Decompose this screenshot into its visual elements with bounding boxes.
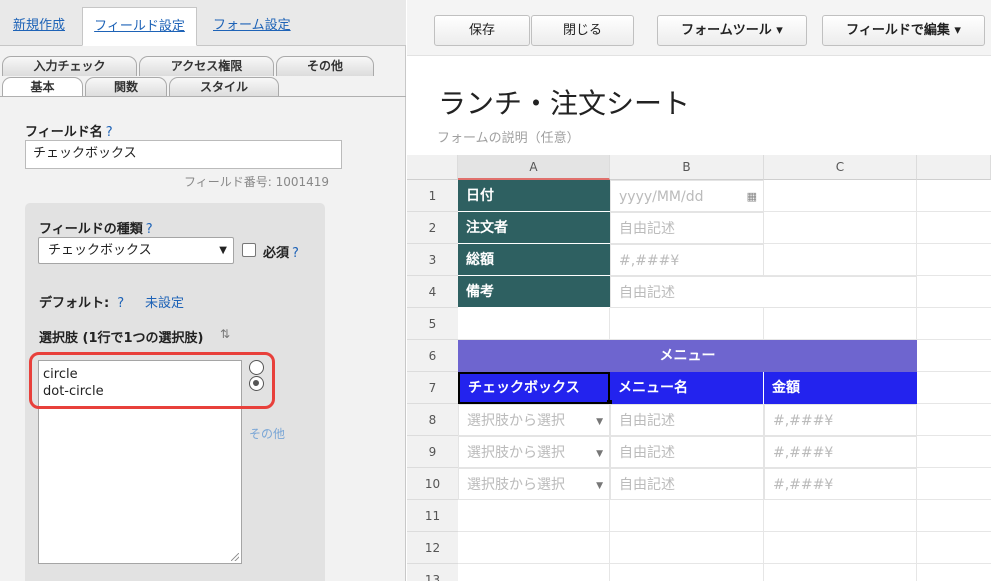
- top-tab-bar: 新規作成 フィールド設定 フォーム設定: [0, 0, 406, 46]
- column-header-b[interactable]: B: [610, 155, 764, 180]
- help-icon[interactable]: ?: [106, 125, 113, 140]
- tab-form-settings[interactable]: フォーム設定: [203, 7, 301, 46]
- field-settings-panel: 新規作成 フィールド設定 フォーム設定 入力チェック アクセス権限 その他 基本…: [0, 0, 406, 581]
- column-header-c[interactable]: C: [764, 155, 917, 180]
- price-input-cell[interactable]: #,###¥: [764, 436, 917, 468]
- close-button[interactable]: 閉じる: [531, 15, 634, 46]
- spreadsheet-grid: A B C 1 2 3 4 5 6 7 8 9 10 11 12 13 日付 y…: [407, 155, 991, 581]
- subtab-functions[interactable]: 関数: [85, 77, 167, 97]
- chevron-down-icon: ▼: [596, 417, 603, 427]
- choices-label: 選択肢 (1行で1つの選択肢): [39, 331, 204, 346]
- row-header[interactable]: 9: [407, 436, 458, 468]
- choice-select-cell[interactable]: 選択肢から選択 ▼: [458, 468, 610, 500]
- choice-placeholder: 選択肢から選択: [467, 477, 565, 493]
- column-header-d[interactable]: [917, 155, 991, 180]
- orderer-input-cell[interactable]: 自由記述: [610, 212, 764, 244]
- row-header[interactable]: 5: [407, 308, 458, 340]
- default-value-link[interactable]: 未設定: [145, 292, 184, 311]
- menu-header-cell[interactable]: メニュー: [458, 340, 917, 372]
- row-header[interactable]: 3: [407, 244, 458, 276]
- label-cell-orderer[interactable]: 注文者: [458, 212, 610, 244]
- subtab-other[interactable]: その他: [276, 56, 374, 76]
- menu-name-input-cell[interactable]: 自由記述: [610, 404, 764, 436]
- chevron-down-icon: ▼: [596, 449, 603, 459]
- field-name-label: フィールド名?: [25, 121, 113, 140]
- tab-field-settings[interactable]: フィールド設定: [82, 7, 197, 46]
- default-label-text: デフォルト:: [39, 296, 110, 311]
- row-header[interactable]: 6: [407, 340, 458, 372]
- memo-input-cell[interactable]: 自由記述: [610, 276, 917, 308]
- default-label: デフォルト:?: [39, 292, 124, 311]
- price-input-cell[interactable]: #,###¥: [764, 404, 917, 436]
- form-editor: 保存 閉じる フォームツール ▾ フィールドで編集 ▾ ランチ・注文シート フォ…: [407, 0, 991, 581]
- total-input-cell[interactable]: #,###¥: [610, 244, 764, 276]
- toolbar: 保存 閉じる フォームツール ▾ フィールドで編集 ▾: [407, 0, 991, 56]
- required-checkbox[interactable]: [242, 243, 256, 257]
- row-header[interactable]: 7: [407, 372, 458, 404]
- row-header[interactable]: 12: [407, 532, 458, 564]
- row-header[interactable]: 13: [407, 564, 458, 581]
- form-description[interactable]: フォームの説明（任意）: [437, 127, 580, 146]
- sort-icon[interactable]: ⇅: [220, 327, 230, 341]
- required-label-text: 必須: [263, 246, 290, 261]
- menu-col-checkbox-cell[interactable]: チェックボックス: [458, 372, 610, 404]
- row-header[interactable]: 8: [407, 404, 458, 436]
- menu-col-name-cell[interactable]: メニュー名: [610, 372, 764, 404]
- grid-corner: [407, 155, 458, 180]
- field-type-select[interactable]: チェックボックス ▼: [38, 237, 234, 264]
- form-tool-button[interactable]: フォームツール ▾: [657, 15, 807, 46]
- edit-field-button[interactable]: フィールドで編集 ▾: [822, 15, 985, 46]
- subtab-style[interactable]: スタイル: [169, 77, 279, 97]
- price-input-cell[interactable]: #,###¥: [764, 468, 917, 500]
- chevron-down-icon: ▼: [596, 481, 603, 491]
- field-type-label-text: フィールドの種類: [39, 222, 143, 237]
- date-placeholder: yyyy/MM/dd: [619, 189, 704, 205]
- subtab-input-check[interactable]: 入力チェック: [2, 56, 137, 76]
- field-type-label: フィールドの種類?: [39, 218, 153, 237]
- required-label: 必須?: [263, 242, 299, 261]
- date-input-cell[interactable]: yyyy/MM/dd ▦: [610, 180, 764, 212]
- row-header[interactable]: 10: [407, 468, 458, 500]
- label-cell-total[interactable]: 総額: [458, 244, 610, 276]
- subtab-divider: [0, 96, 406, 97]
- choice-select-cell[interactable]: 選択肢から選択 ▼: [458, 436, 610, 468]
- menu-col-price-cell[interactable]: 金額: [764, 372, 917, 404]
- column-header-a[interactable]: A: [458, 155, 610, 180]
- label-cell-memo[interactable]: 備考: [458, 276, 610, 308]
- row-header[interactable]: 11: [407, 500, 458, 532]
- help-icon[interactable]: ?: [117, 296, 124, 311]
- row-header[interactable]: 1: [407, 180, 458, 212]
- row-header[interactable]: 4: [407, 276, 458, 308]
- other-link[interactable]: その他: [249, 425, 285, 442]
- save-button[interactable]: 保存: [434, 15, 530, 46]
- highlight-box: [29, 352, 275, 409]
- field-name-input[interactable]: チェックボックス: [25, 140, 342, 169]
- chevron-down-icon: ▼: [219, 245, 227, 256]
- help-icon[interactable]: ?: [146, 222, 153, 237]
- row-header[interactable]: 2: [407, 212, 458, 244]
- help-icon[interactable]: ?: [292, 246, 299, 261]
- label-cell-date[interactable]: 日付: [458, 180, 610, 212]
- menu-name-input-cell[interactable]: 自由記述: [610, 468, 764, 500]
- menu-name-input-cell[interactable]: 自由記述: [610, 436, 764, 468]
- choice-placeholder: 選択肢から選択: [467, 445, 565, 461]
- subtab-access[interactable]: アクセス権限: [139, 56, 274, 76]
- resize-handle-icon[interactable]: [231, 553, 239, 561]
- page-title[interactable]: ランチ・注文シート: [438, 82, 690, 122]
- calendar-icon[interactable]: ▦: [747, 181, 757, 211]
- tab-new[interactable]: 新規作成: [3, 7, 75, 46]
- subtab-basic[interactable]: 基本: [2, 77, 83, 97]
- field-name-label-text: フィールド名: [25, 125, 103, 140]
- choice-select-cell[interactable]: 選択肢から選択 ▼: [458, 404, 610, 436]
- field-number: フィールド番号: 1001419: [184, 175, 330, 189]
- field-type-value: チェックボックス: [48, 243, 152, 258]
- choice-placeholder: 選択肢から選択: [467, 413, 565, 429]
